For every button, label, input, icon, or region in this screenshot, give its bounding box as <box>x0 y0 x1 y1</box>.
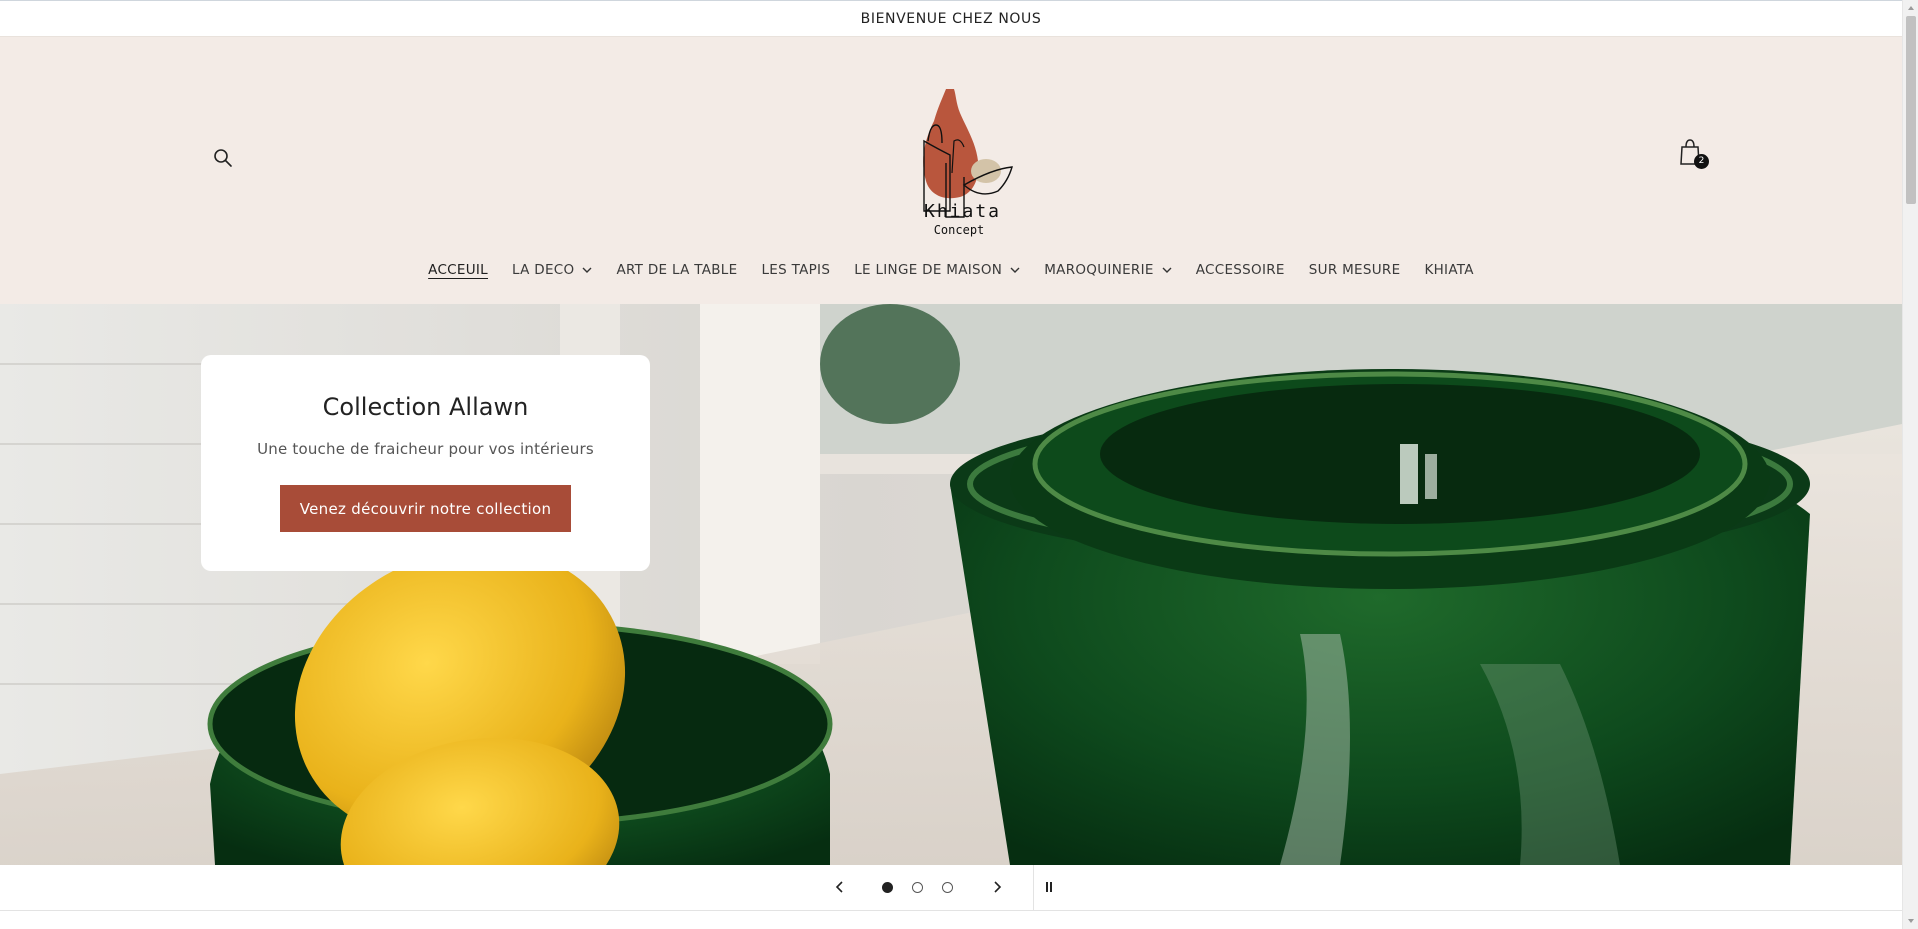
nav-label: KHIATA <box>1424 262 1474 278</box>
chevron-down-icon <box>1010 267 1020 273</box>
scroll-down-arrow-icon[interactable] <box>1903 913 1918 929</box>
nav-item-la-deco[interactable]: LA DECO <box>500 262 604 278</box>
chevron-down-icon <box>582 267 592 273</box>
search-button[interactable] <box>207 142 239 174</box>
nav-item-les-tapis[interactable]: LES TAPIS <box>749 262 842 278</box>
site-header: Khiata Concept 2 ACCEUIL LA DECO ART DE … <box>0 37 1902 304</box>
pause-slideshow-button[interactable] <box>1035 873 1063 901</box>
discover-collection-button[interactable]: Venez découvrir notre collection <box>280 485 571 532</box>
nav-label: LA DECO <box>512 262 575 278</box>
chevron-right-icon <box>994 881 1002 893</box>
scrollbar-thumb[interactable] <box>1906 16 1916 204</box>
slide-dot-3[interactable] <box>942 882 953 893</box>
nav-item-maroquinerie[interactable]: MAROQUINERIE <box>1032 262 1184 278</box>
nav-label: LE LINGE DE MAISON <box>854 262 1003 278</box>
nav-label: ACCEUIL <box>428 262 489 278</box>
nav-item-linge-de-maison[interactable]: LE LINGE DE MAISON <box>842 262 1032 278</box>
hero-title: Collection Allawn <box>322 393 529 421</box>
cart-button[interactable]: 2 <box>1676 137 1712 177</box>
cart-count-badge: 2 <box>1694 154 1709 169</box>
site-logo[interactable]: Khiata Concept <box>880 77 1030 237</box>
nav-item-art-de-la-table[interactable]: ART DE LA TABLE <box>604 262 749 278</box>
controls-divider <box>1033 865 1034 911</box>
nav-item-khiata[interactable]: KHIATA <box>1412 262 1485 278</box>
slide-dot-1[interactable] <box>882 882 893 893</box>
slider-controls <box>0 865 1902 911</box>
previous-slide-button[interactable] <box>826 873 854 901</box>
nav-label: ACCESSOIRE <box>1195 262 1285 278</box>
nav-label: LES TAPIS <box>761 262 831 278</box>
hero-subtitle: Une touche de fraicheur pour vos intérie… <box>257 440 594 458</box>
slide-dot-2[interactable] <box>912 882 923 893</box>
hero-content-card: Collection Allawn Une touche de fraicheu… <box>201 355 650 571</box>
nav-item-sur-mesure[interactable]: SUR MESURE <box>1297 262 1413 278</box>
nav-label: MAROQUINERIE <box>1044 262 1154 278</box>
announcement-text: BIENVENUE CHEZ NOUS <box>860 10 1042 27</box>
pause-icon <box>1046 882 1052 892</box>
chevron-left-icon <box>835 881 843 893</box>
chevron-down-icon <box>1162 267 1172 273</box>
nav-item-accessoire[interactable]: ACCESSOIRE <box>1184 262 1297 278</box>
next-slide-button[interactable] <box>983 873 1011 901</box>
scroll-up-arrow-icon[interactable] <box>1903 0 1918 16</box>
search-icon <box>214 149 232 167</box>
announcement-bar: BIENVENUE CHEZ NOUS <box>0 0 1902 37</box>
main-navigation: ACCEUIL LA DECO ART DE LA TABLE LES TAPI… <box>0 255 1902 285</box>
nav-item-acceuil[interactable]: ACCEUIL <box>416 262 500 278</box>
nav-label: ART DE LA TABLE <box>616 262 738 278</box>
nav-label: SUR MESURE <box>1308 262 1401 278</box>
page-scrollbar[interactable] <box>1902 0 1918 929</box>
logo-tagline: Concept <box>933 223 985 237</box>
logo-wordmark: Khiata <box>924 201 1002 222</box>
